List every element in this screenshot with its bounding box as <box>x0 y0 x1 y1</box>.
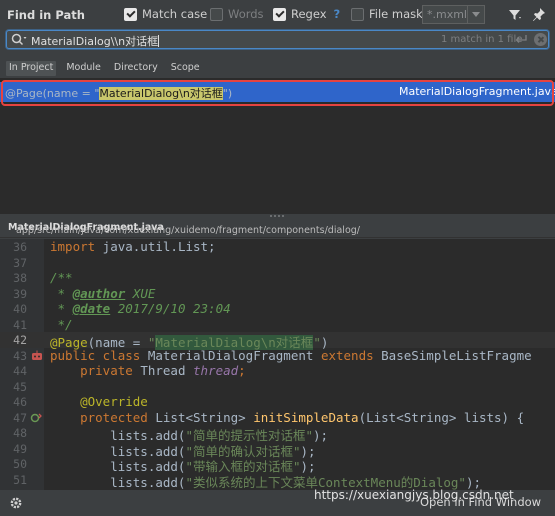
clear-search-icon[interactable] <box>534 33 547 46</box>
file-path: app/src/main/java/com/xuexiang/xuidemo/f… <box>8 222 360 236</box>
code-line: 51 lists.add("类似系统的上下文菜单ContextMenu的Dial… <box>13 472 482 490</box>
search-icon[interactable] <box>11 33 27 46</box>
code-line: 36 import java.util.List; <box>13 239 216 254</box>
scope-tabs: In Project Module Directory Scope <box>6 61 203 76</box>
regex-help-link[interactable]: ? <box>334 7 341 21</box>
result-code-snippet: @Page(name = "MaterialDialog\n对话框") <box>5 87 233 100</box>
gear-icon[interactable] <box>9 496 23 510</box>
search-query-text: MaterialDialog\\n对话框 <box>31 35 160 48</box>
code-line-current: 42 @Page(name = "MaterialDialog\n对话框") <box>0 332 555 350</box>
code-line: 43 public class MaterialDialogFragment e… <box>13 347 532 363</box>
watermark: https://xuexiangjys.blog.csdn.net <box>314 488 514 502</box>
tab-scope[interactable]: Scope <box>168 61 203 76</box>
match-case-checkbox[interactable]: Match case <box>124 7 207 21</box>
code-line: 46 @Override <box>13 394 148 409</box>
code-line: 50 lists.add("带输入框的对话框"); <box>13 457 316 474</box>
file-mask-checkbox[interactable]: File mask: <box>351 7 427 21</box>
match-case-label: Match case <box>142 7 208 21</box>
file-path-bar: app/src/main/java/com/xuexiang/xuidemo/f… <box>0 219 555 238</box>
result-file: MaterialDialogFragment.java 42 <box>399 85 555 98</box>
code-line: 49 lists.add("简单的确认对话框"); <box>13 441 316 459</box>
words-checkbox[interactable]: Words <box>210 7 264 21</box>
file-mask-label: File mask: <box>369 7 427 21</box>
code-line: 45 <box>13 379 27 394</box>
override-marker-icon[interactable] <box>30 412 42 424</box>
code-preview[interactable]: 36 import java.util.List; 37 38 /** 39 *… <box>0 239 555 490</box>
tab-module[interactable]: Module <box>63 61 104 76</box>
code-line: 39 * @author XUE <box>13 285 156 301</box>
regex-checkbox[interactable]: Regex ? <box>273 7 340 21</box>
code-line: 41 */ <box>13 316 73 332</box>
code-line: 38 /** <box>13 270 73 285</box>
file-mask-check-icon <box>351 7 364 21</box>
find-in-path-dialog: Find in Path Match case Words Regex ? Fi… <box>0 0 555 516</box>
result-match-highlight: MaterialDialog\n对话框 <box>99 87 223 100</box>
code-line: 37 <box>13 255 27 270</box>
regex-label: Regex <box>291 7 327 21</box>
chevron-down-icon[interactable] <box>467 6 484 23</box>
file-mask-dropdown[interactable]: *.mxml <box>422 5 485 24</box>
pin-icon[interactable] <box>532 7 546 22</box>
file-mask-value: *.mxml <box>427 8 467 21</box>
regex-check-icon <box>273 7 286 21</box>
enter-icon[interactable] <box>515 34 527 44</box>
result-row-selected[interactable]: @Page(name = "MaterialDialog\n对话框") Mate… <box>0 82 555 102</box>
code-line: 44 private Thread thread; <box>13 363 246 378</box>
filter-icon[interactable] <box>508 8 522 22</box>
results-list: @Page(name = "MaterialDialog\n对话框") Mate… <box>0 78 555 214</box>
search-input[interactable]: MaterialDialog\\n对话框 1 match in 1 file <box>6 30 549 49</box>
tab-in-project[interactable]: In Project <box>6 61 57 76</box>
code-line: 47 protected List<String> initSimpleData… <box>13 409 525 425</box>
words-label: Words <box>228 7 264 21</box>
match-count: 1 match in 1 file <box>441 34 523 45</box>
tab-directory[interactable]: Directory <box>111 61 161 76</box>
words-check-icon <box>210 7 223 21</box>
code-line: 40 * @date 2017/9/10 23:04 <box>13 301 231 316</box>
robot-icon <box>32 350 42 360</box>
match-case-check-icon <box>124 7 137 21</box>
dialog-title: Find in Path <box>7 8 85 22</box>
options-bar: Find in Path Match case Words Regex ? Fi… <box>0 0 555 30</box>
code-line: 48 lists.add("简单的提示性对话框"); <box>13 426 329 443</box>
